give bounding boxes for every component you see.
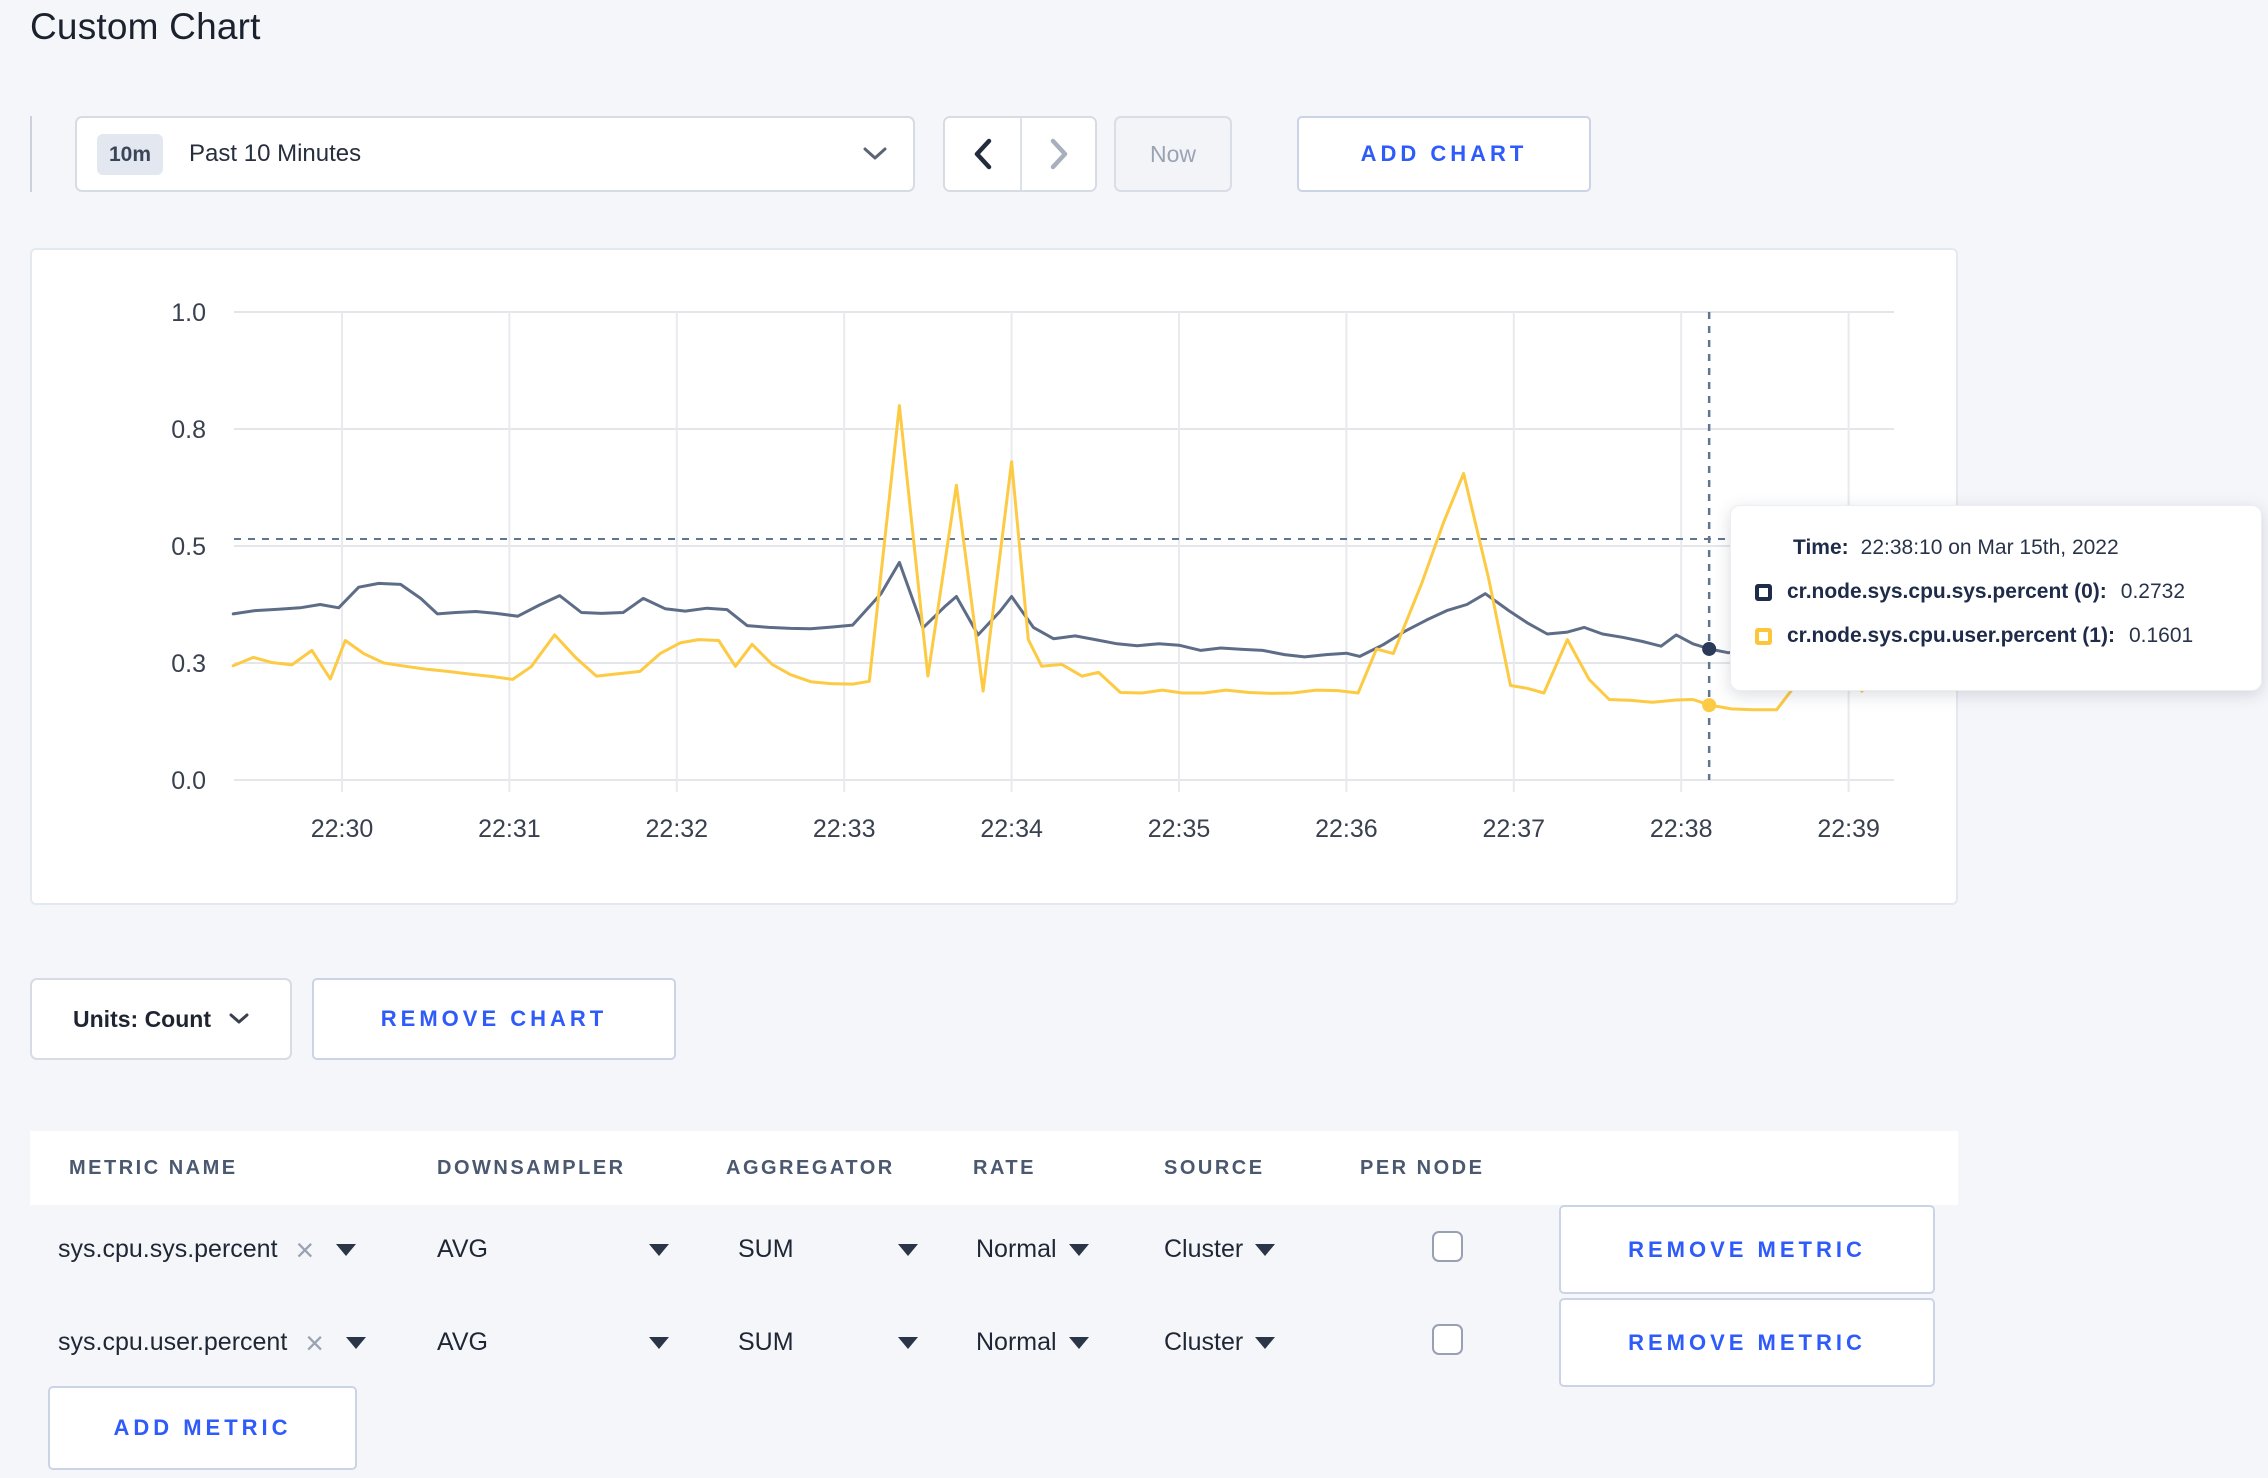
x-tick-label: 22:33 [813,815,876,843]
column-header-metric-name: METRIC NAME [69,1156,238,1179]
toolbar-left-divider [30,116,32,192]
chevron-down-icon [229,1013,249,1024]
downsampler-select[interactable]: AVG [437,1296,669,1389]
hover-dot-sys [1702,641,1717,656]
source-select[interactable]: Cluster [1164,1203,1276,1296]
tooltip-metric-value: 0.1601 [2128,624,2194,647]
x-tick-label: 22:36 [1315,815,1378,843]
series-sys-swatch-icon [1755,583,1772,601]
clear-metric-icon[interactable]: × [296,1234,315,1266]
tooltip-metric-label: cr.node.sys.cpu.user.percent (1): [1787,624,2115,647]
units-select[interactable]: Units: Count [30,978,292,1060]
caret-down-icon [345,1336,366,1349]
aggregator-value: SUM [738,1235,794,1263]
tooltip-series-row: cr.node.sys.cpu.sys.percent (0): 0.2732 [1755,580,2261,604]
metric-name-select[interactable]: sys.cpu.sys.percent × [58,1203,357,1296]
rate-value: Normal [976,1328,1057,1356]
caret-down-icon [898,1336,918,1349]
downsampler-select[interactable]: AVG [437,1203,669,1296]
rate-select[interactable]: Normal [976,1203,1089,1296]
rate-value: Normal [976,1235,1057,1263]
time-nav-group [943,116,1097,192]
add-chart-button[interactable]: ADD CHART [1297,116,1591,192]
remove-metric-button[interactable]: REMOVE METRIC [1559,1205,1935,1294]
per-node-checkbox[interactable] [1432,1231,1463,1262]
aggregator-select[interactable]: SUM [738,1296,918,1389]
caret-down-icon [1068,1243,1089,1256]
x-tick-label: 22:31 [478,815,541,843]
per-node-checkbox[interactable] [1432,1324,1463,1355]
metric-name-label: sys.cpu.user.percent [58,1328,288,1356]
chart-card: 0.0 0.3 0.5 0.8 1.0 22:30 22:31 22:32 22:33 22:34… [30,248,1958,905]
downsampler-value: AVG [437,1328,488,1356]
x-tick-label: 22:38 [1650,815,1713,843]
hover-dot-user [1702,698,1717,713]
time-range-label: Past 10 Minutes [189,140,362,167]
y-tick-label: 0.0 [171,767,206,795]
y-tick-label: 0.5 [171,533,206,561]
caret-down-icon [649,1336,669,1349]
metric-name-select[interactable]: sys.cpu.user.percent × [58,1296,366,1389]
source-value: Cluster [1164,1235,1244,1263]
column-header-source: SOURCE [1164,1156,1265,1179]
tooltip-metric-label: cr.node.sys.cpu.sys.percent (0): [1787,580,2107,603]
units-select-label: Units: Count [73,1005,211,1032]
metric-name-label: sys.cpu.sys.percent [58,1235,278,1263]
column-header-downsampler: DOWNSAMPLER [437,1156,626,1179]
aggregator-value: SUM [738,1328,794,1356]
x-tick-label: 22:35 [1148,815,1211,843]
series-user-swatch-icon [1755,627,1772,645]
source-value: Cluster [1164,1328,1244,1356]
caret-down-icon [1255,1336,1276,1349]
chevron-down-icon [863,147,887,160]
caret-down-icon [898,1243,918,1256]
tooltip-time-label: Time: [1793,536,1849,559]
column-header-aggregator: AGGREGATOR [726,1156,895,1179]
caret-down-icon [649,1243,669,1256]
chevron-left-icon [974,138,991,170]
caret-down-icon [336,1243,357,1256]
tooltip-time-value: 22:38:10 on Mar 15th, 2022 [1860,536,2119,559]
time-range-select[interactable]: 10m Past 10 Minutes [75,116,915,192]
next-time-button[interactable] [1020,118,1095,190]
cpu-usage-chart[interactable]: 0.0 0.3 0.5 0.8 1.0 22:30 22:31 22:32 22:33 22:34… [32,250,1956,903]
chart-tooltip: Time: 22:38:10 on Mar 15th, 2022 cr.node.… [1730,505,2262,691]
caret-down-icon [1068,1336,1089,1349]
prev-time-button[interactable] [945,118,1020,190]
metrics-table-header: METRIC NAME DOWNSAMPLER AGGREGATOR RATE … [30,1131,1958,1205]
x-tick-label: 22:37 [1483,815,1546,843]
tooltip-time-row: Time: 22:38:10 on Mar 15th, 2022 [1793,536,2261,560]
chevron-right-icon [1050,138,1067,170]
custom-chart-page: Custom Chart 10m Past 10 Minutes Now ADD… [0,0,2268,1478]
remove-chart-button[interactable]: REMOVE CHART [312,978,676,1060]
now-button[interactable]: Now [1114,116,1232,192]
time-range-badge: 10m [97,133,164,175]
tooltip-series-row: cr.node.sys.cpu.user.percent (1): 0.1601 [1755,624,2261,648]
series-line-sys [231,560,1896,659]
metric-row: sys.cpu.sys.percent × AVG SUM Normal Clu… [30,1203,1958,1296]
x-tick-label: 22:39 [1817,815,1880,843]
remove-metric-button[interactable]: REMOVE METRIC [1559,1298,1935,1387]
downsampler-value: AVG [437,1235,488,1263]
rate-select[interactable]: Normal [976,1296,1089,1389]
series-line-user [231,404,1896,712]
column-header-rate: RATE [973,1156,1036,1179]
x-tick-label: 22:32 [646,815,709,843]
caret-down-icon [1255,1243,1276,1256]
y-tick-label: 1.0 [171,299,206,327]
page-title: Custom Chart [30,6,261,47]
tooltip-metric-value: 0.2732 [2120,580,2186,603]
x-tick-label: 22:34 [980,815,1043,843]
source-select[interactable]: Cluster [1164,1296,1276,1389]
add-metric-button[interactable]: ADD METRIC [48,1386,357,1470]
y-tick-label: 0.3 [171,650,206,678]
aggregator-select[interactable]: SUM [738,1203,918,1296]
y-tick-label: 0.8 [171,416,206,444]
x-tick-label: 22:30 [311,815,374,843]
column-header-per-node: PER NODE [1360,1156,1485,1179]
metric-row: sys.cpu.user.percent × AVG SUM Normal Cl… [30,1296,1958,1389]
clear-metric-icon[interactable]: × [305,1327,324,1359]
